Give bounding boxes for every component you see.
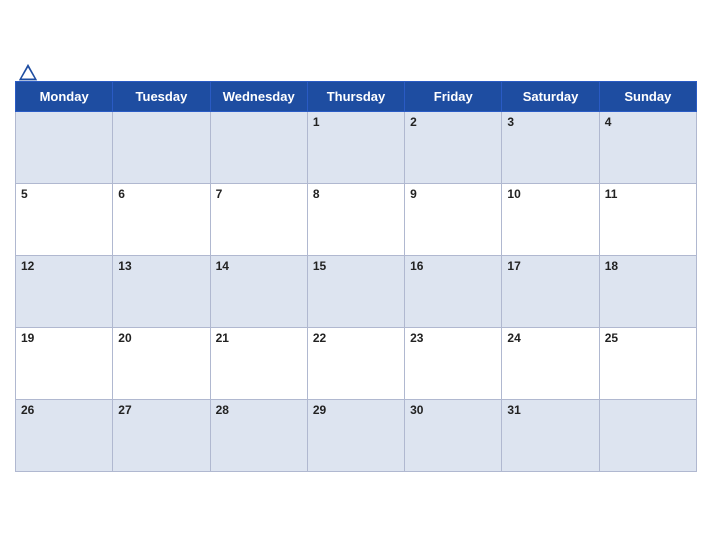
day-number: 30	[410, 403, 423, 417]
day-number: 3	[507, 115, 514, 129]
calendar-cell: 23	[405, 328, 502, 400]
day-number: 22	[313, 331, 326, 345]
day-number: 2	[410, 115, 417, 129]
calendar-table: MondayTuesdayWednesdayThursdayFridaySatu…	[15, 81, 697, 472]
calendar-week-row: 5 6 7 8 9 10 11	[16, 184, 697, 256]
day-number: 29	[313, 403, 326, 417]
weekday-header-row: MondayTuesdayWednesdayThursdayFridaySatu…	[16, 82, 697, 112]
calendar-week-row: 1 2 3 4	[16, 112, 697, 184]
calendar-cell: 7	[210, 184, 307, 256]
day-number: 16	[410, 259, 423, 273]
calendar-cell: 12	[16, 256, 113, 328]
weekday-header-tuesday: Tuesday	[113, 82, 210, 112]
calendar-cell: 28	[210, 400, 307, 472]
day-number: 10	[507, 187, 520, 201]
calendar-cell: 26	[16, 400, 113, 472]
calendar-cell: 6	[113, 184, 210, 256]
calendar-container: MondayTuesdayWednesdayThursdayFridaySatu…	[0, 63, 712, 487]
calendar-cell: 10	[502, 184, 599, 256]
calendar-cell	[210, 112, 307, 184]
day-number: 1	[313, 115, 320, 129]
calendar-cell: 8	[307, 184, 404, 256]
day-number: 27	[118, 403, 131, 417]
calendar-cell: 22	[307, 328, 404, 400]
day-number: 13	[118, 259, 131, 273]
day-number: 21	[216, 331, 229, 345]
calendar-cell: 31	[502, 400, 599, 472]
weekday-header-wednesday: Wednesday	[210, 82, 307, 112]
day-number: 18	[605, 259, 618, 273]
calendar-cell: 17	[502, 256, 599, 328]
calendar-cell: 3	[502, 112, 599, 184]
calendar-cell: 21	[210, 328, 307, 400]
calendar-cell: 25	[599, 328, 696, 400]
day-number: 19	[21, 331, 34, 345]
calendar-cell: 9	[405, 184, 502, 256]
day-number: 25	[605, 331, 618, 345]
calendar-cell: 5	[16, 184, 113, 256]
calendar-cell: 16	[405, 256, 502, 328]
day-number: 5	[21, 187, 28, 201]
calendar-cell: 15	[307, 256, 404, 328]
calendar-cell: 2	[405, 112, 502, 184]
day-number: 12	[21, 259, 34, 273]
calendar-cell	[599, 400, 696, 472]
calendar-week-row: 12 13 14 15 16 17 18	[16, 256, 697, 328]
calendar-cell: 30	[405, 400, 502, 472]
day-number: 15	[313, 259, 326, 273]
calendar-week-row: 26 27 28 29 30 31	[16, 400, 697, 472]
day-number: 17	[507, 259, 520, 273]
day-number: 24	[507, 331, 520, 345]
day-number: 26	[21, 403, 34, 417]
weekday-header-monday: Monday	[16, 82, 113, 112]
calendar-cell: 29	[307, 400, 404, 472]
day-number: 31	[507, 403, 520, 417]
day-number: 8	[313, 187, 320, 201]
logo-icon	[17, 62, 39, 84]
calendar-tbody: 1234567891011121314151617181920212223242…	[16, 112, 697, 472]
day-number: 20	[118, 331, 131, 345]
calendar-cell: 19	[16, 328, 113, 400]
day-number: 14	[216, 259, 229, 273]
day-number: 7	[216, 187, 223, 201]
weekday-header-friday: Friday	[405, 82, 502, 112]
calendar-cell: 11	[599, 184, 696, 256]
calendar-cell: 1	[307, 112, 404, 184]
logo-area	[15, 62, 39, 84]
calendar-week-row: 19 20 21 22 23 24 25	[16, 328, 697, 400]
weekday-header-saturday: Saturday	[502, 82, 599, 112]
calendar-cell: 4	[599, 112, 696, 184]
weekday-header-sunday: Sunday	[599, 82, 696, 112]
calendar-cell: 14	[210, 256, 307, 328]
calendar-cell: 13	[113, 256, 210, 328]
calendar-cell	[16, 112, 113, 184]
calendar-cell: 24	[502, 328, 599, 400]
calendar-cell: 27	[113, 400, 210, 472]
weekday-header-thursday: Thursday	[307, 82, 404, 112]
day-number: 28	[216, 403, 229, 417]
day-number: 4	[605, 115, 612, 129]
calendar-cell: 18	[599, 256, 696, 328]
calendar-cell: 20	[113, 328, 210, 400]
calendar-cell	[113, 112, 210, 184]
calendar-thead: MondayTuesdayWednesdayThursdayFridaySatu…	[16, 82, 697, 112]
day-number: 9	[410, 187, 417, 201]
day-number: 6	[118, 187, 125, 201]
logo-text	[15, 62, 39, 84]
day-number: 23	[410, 331, 423, 345]
day-number: 11	[605, 187, 618, 201]
